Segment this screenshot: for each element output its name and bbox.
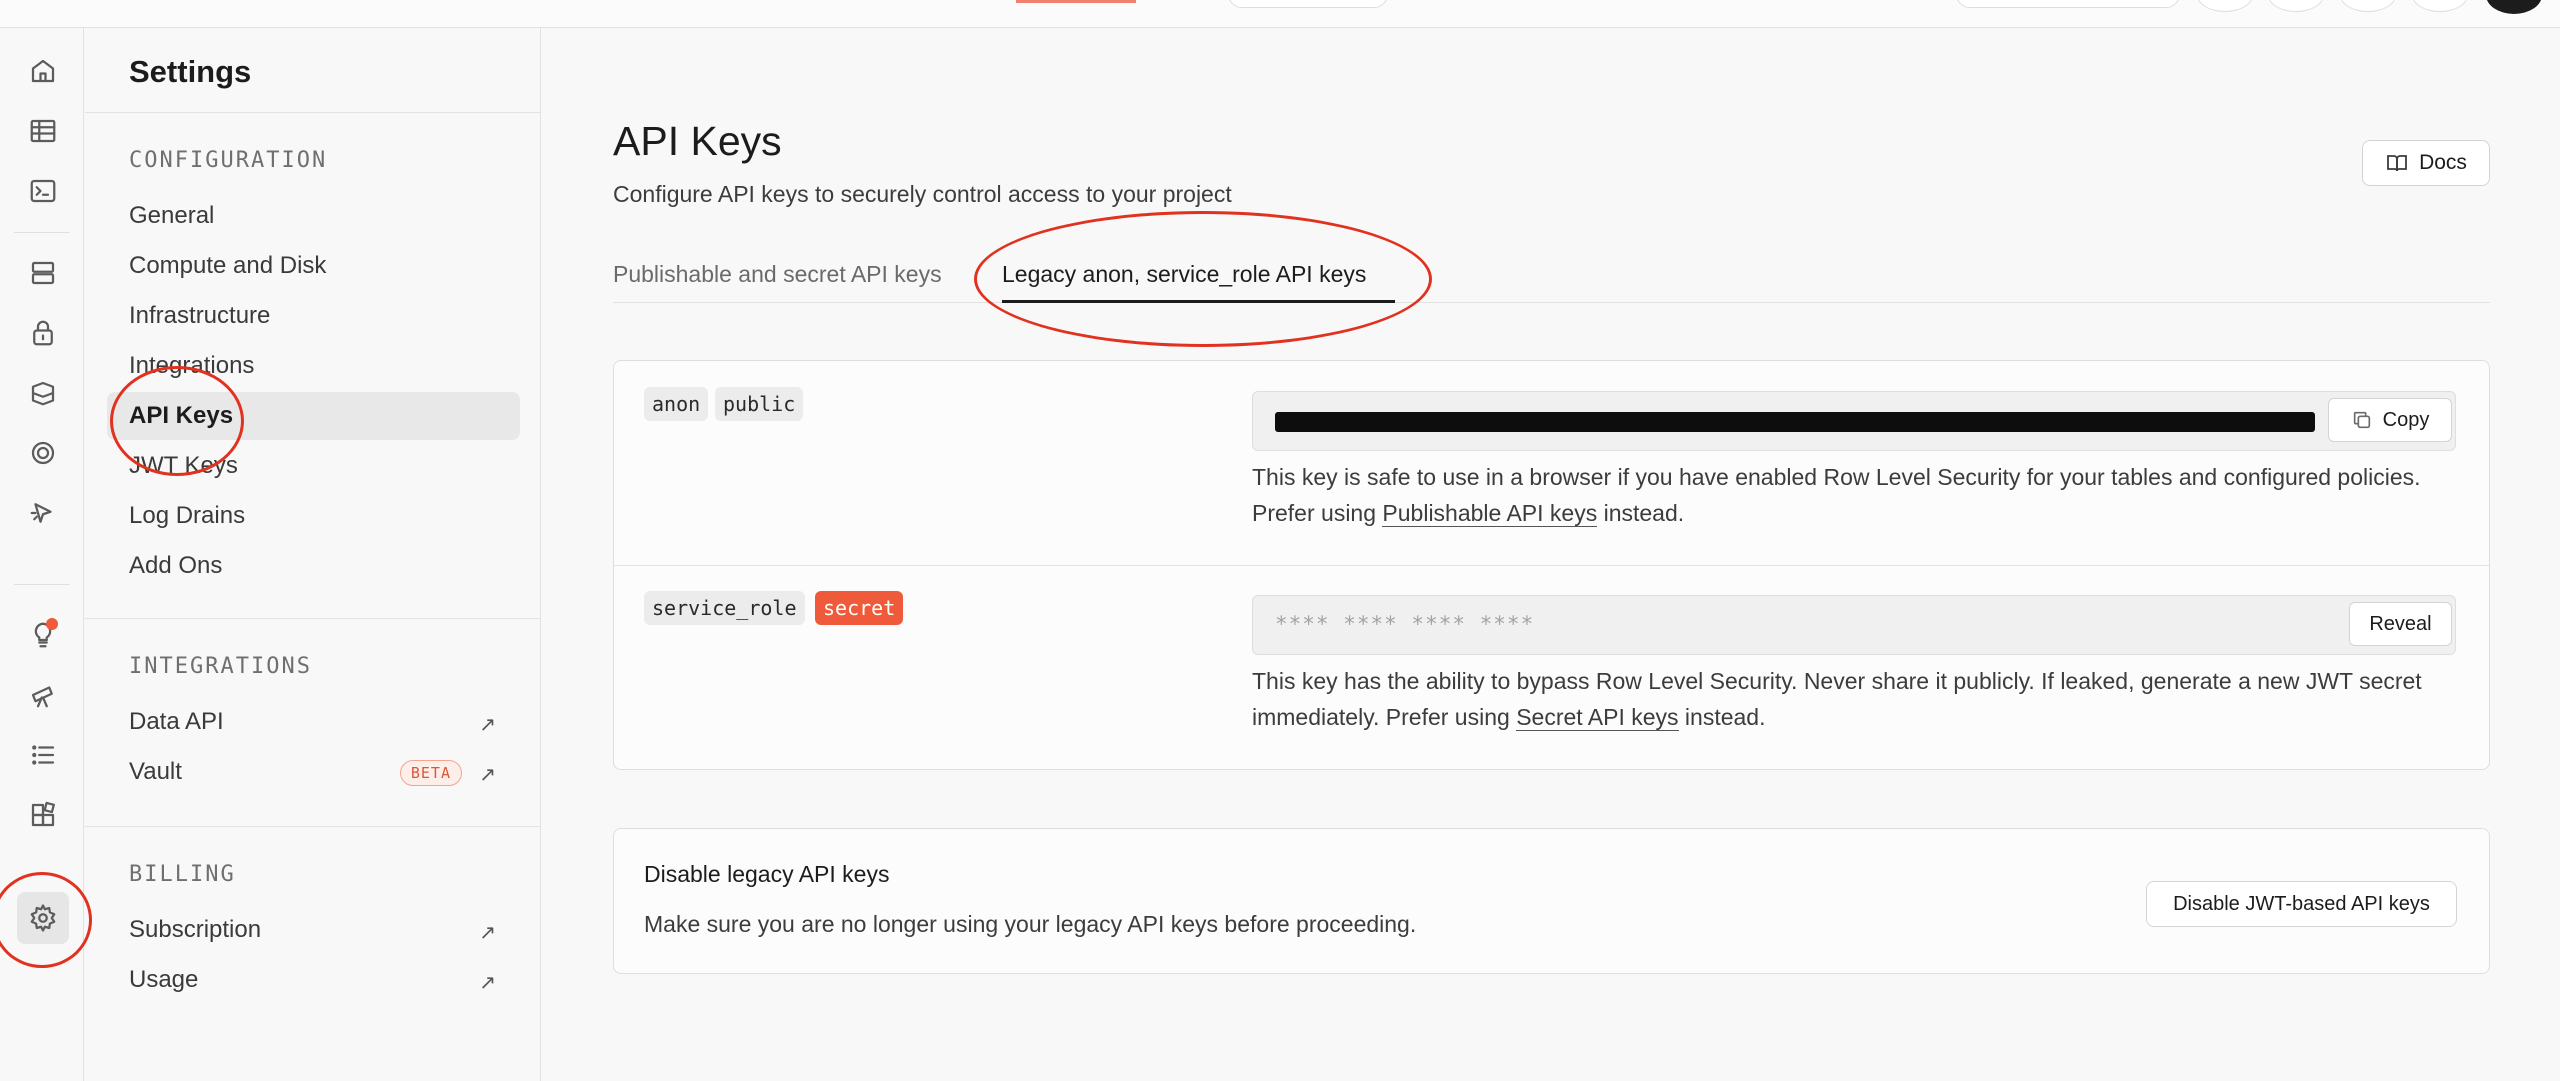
divider	[85, 112, 541, 113]
icon-rail	[0, 28, 84, 1081]
page-title: API Keys	[613, 118, 782, 164]
sidebar-item-label: Usage	[129, 966, 199, 993]
sidebar-item-compute-and-disk[interactable]: Compute and Disk	[107, 242, 520, 290]
top-bar-button-2[interactable]	[2268, 0, 2324, 12]
settings-gear-icon[interactable]	[17, 892, 69, 944]
sidebar-item-data-api[interactable]: Data API ↗	[107, 698, 520, 746]
telescope-icon[interactable]	[22, 674, 64, 716]
top-bar-button-3[interactable]	[2340, 0, 2396, 12]
sidebar-item-label: Subscription	[129, 916, 262, 943]
external-link-icon: ↗	[479, 714, 496, 736]
sql-editor-icon[interactable]	[22, 170, 64, 212]
rail-divider	[14, 232, 70, 233]
avatar[interactable]	[2486, 0, 2542, 14]
section-label-integrations: INTEGRATIONS	[129, 654, 312, 679]
sidebar-item-label: Log Drains	[129, 502, 246, 529]
description-text: This key has the ability to bypass Row L…	[1252, 668, 2422, 730]
sidebar-item-label: Integrations	[129, 352, 255, 379]
sidebar-item-general[interactable]: General	[107, 192, 520, 240]
sidebar-item-label: JWT Keys	[129, 452, 238, 479]
docs-button[interactable]: Docs	[2362, 140, 2490, 186]
storage-icon[interactable]	[22, 372, 64, 414]
section-label-billing: BILLING	[129, 862, 236, 887]
disable-legacy-card: Disable legacy API keys Make sure you ar…	[613, 828, 2490, 974]
top-bar-button-1[interactable]	[2197, 0, 2253, 12]
copy-button[interactable]: Copy	[2328, 398, 2452, 442]
database-icon[interactable]	[22, 252, 64, 294]
top-bar-button-4[interactable]	[2412, 0, 2468, 12]
disable-title: Disable legacy API keys	[644, 861, 890, 887]
divider	[85, 618, 541, 619]
top-bar-accent	[1016, 0, 1136, 3]
tab-bar: Publishable and secret API keys Legacy a…	[613, 253, 2490, 303]
realtime-icon[interactable]	[22, 432, 64, 474]
service-role-description: This key has the ability to bypass Row L…	[1252, 663, 2472, 735]
tag-public: public	[715, 387, 804, 421]
disable-subtitle: Make sure you are no longer using your l…	[644, 911, 1417, 937]
secret-api-keys-link[interactable]: Secret API keys	[1516, 704, 1679, 731]
anon-key-description: This key is safe to use in a browser if …	[1252, 459, 2472, 531]
reveal-label: Reveal	[2369, 612, 2432, 635]
page-subtitle: Configure API keys to securely control a…	[613, 181, 1232, 207]
description-text: instead.	[1678, 704, 1766, 730]
external-link-icon: ↗	[479, 764, 496, 786]
service-role-key-field[interactable]: **** **** **** **** Reveal	[1252, 595, 2456, 655]
logs-list-icon[interactable]	[22, 734, 64, 776]
tab-legacy-keys[interactable]: Legacy anon, service_role API keys	[1002, 261, 1366, 288]
redacted-key	[1275, 412, 2315, 432]
sidebar-item-label: General	[129, 202, 215, 229]
sidebar-item-label: Data API	[129, 708, 224, 735]
publishable-api-keys-link[interactable]: Publishable API keys	[1382, 500, 1598, 527]
notification-dot	[46, 618, 58, 630]
divider	[85, 826, 541, 827]
tag-anon: anon	[644, 387, 709, 421]
beta-badge: BETA	[399, 760, 462, 786]
rail-divider	[14, 584, 70, 585]
sidebar-item-label: Add Ons	[129, 552, 223, 579]
top-bar-pill[interactable]	[1228, 0, 1388, 8]
advisors-bulb-icon[interactable]	[22, 614, 64, 656]
sidebar-item-add-ons[interactable]: Add Ons	[107, 542, 520, 590]
sidebar-item-label: Infrastructure	[129, 302, 271, 329]
sidebar-item-integrations[interactable]: Integrations	[107, 342, 520, 390]
table-editor-icon[interactable]	[22, 110, 64, 152]
copy-label: Copy	[2382, 408, 2430, 431]
masked-key: **** **** **** ****	[1275, 612, 1535, 636]
sidebar-title: Settings	[129, 54, 252, 89]
disable-jwt-keys-button[interactable]: Disable JWT-based API keys	[2146, 881, 2457, 927]
sidebar-item-log-drains[interactable]: Log Drains	[107, 492, 520, 540]
reveal-button[interactable]: Reveal	[2349, 602, 2452, 646]
sidebar-item-label: Vault	[129, 758, 182, 785]
sidebar-item-infrastructure[interactable]: Infrastructure	[107, 292, 520, 340]
top-bar	[0, 0, 2560, 28]
tab-publishable-secret[interactable]: Publishable and secret API keys	[613, 261, 942, 288]
tag-secret: secret	[815, 591, 904, 625]
sidebar-item-jwt-keys[interactable]: JWT Keys	[107, 442, 520, 490]
sidebar-item-label: API Keys	[129, 402, 234, 429]
integrations-icon[interactable]	[22, 794, 64, 836]
home-icon[interactable]	[22, 50, 64, 92]
edge-functions-icon[interactable]	[22, 492, 64, 534]
docs-label: Docs	[2419, 151, 2467, 174]
top-bar-search[interactable]	[1956, 0, 2180, 8]
external-link-icon: ↗	[479, 922, 496, 944]
anon-key-field[interactable]: Copy	[1252, 391, 2456, 451]
description-text: instead.	[1597, 500, 1685, 526]
sidebar-item-api-keys[interactable]: API Keys	[107, 392, 520, 440]
copy-icon	[2353, 411, 2370, 429]
external-link-icon: ↗	[479, 972, 496, 994]
active-tab-indicator	[1002, 300, 1395, 303]
sidebar-item-label: Compute and Disk	[129, 252, 327, 279]
auth-lock-icon[interactable]	[22, 312, 64, 354]
sidebar-item-usage[interactable]: Usage ↗	[107, 956, 520, 1004]
sidebar-item-vault[interactable]: Vault BETA ↗	[107, 748, 520, 796]
row-divider	[614, 565, 2489, 566]
tag-service-role: service_role	[644, 591, 805, 625]
section-label-configuration: CONFIGURATION	[129, 148, 328, 173]
legacy-keys-card: anon public Copy This key is safe to use…	[613, 360, 2490, 770]
sidebar-item-subscription[interactable]: Subscription ↗	[107, 906, 520, 954]
main-content: API Keys Configure API keys to securely …	[542, 28, 2560, 1081]
settings-sidebar: Settings CONFIGURATION General Compute a…	[85, 28, 541, 1081]
book-icon	[2387, 155, 2407, 172]
